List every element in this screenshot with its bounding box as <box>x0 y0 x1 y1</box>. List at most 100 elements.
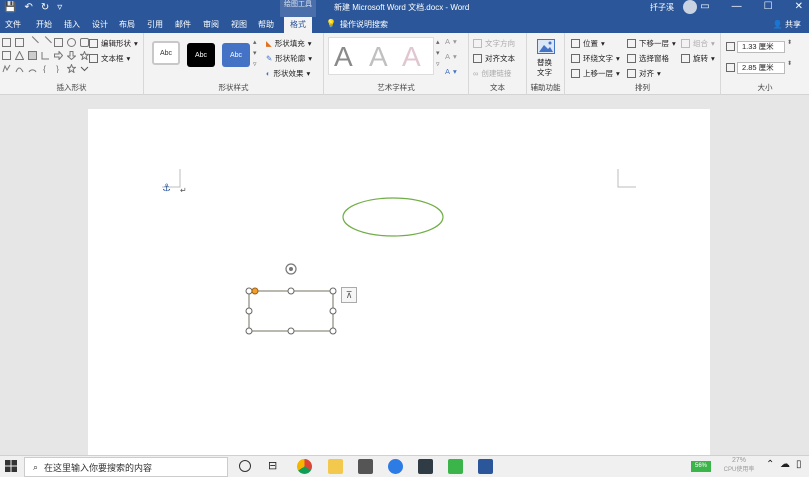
battery-indicator[interactable]: 56% <box>691 461 711 472</box>
shape-style-blue[interactable]: Abc <box>222 43 250 67</box>
square-shape-icon[interactable] <box>54 38 63 47</box>
right-arrow-shape-icon[interactable] <box>54 50 64 61</box>
oval-shape-icon[interactable] <box>67 38 76 47</box>
network-icon[interactable]: ▯ <box>796 459 802 470</box>
styles-scroll-up-icon[interactable]: ▴ <box>253 38 257 46</box>
task-view-icon[interactable]: ⊟ <box>268 459 277 472</box>
wordart-style-light[interactable]: A <box>369 41 388 73</box>
align-text-button[interactable]: 对齐文本 <box>473 53 515 64</box>
cloud-icon[interactable]: ☁ <box>780 459 790 470</box>
undo-icon[interactable]: ↶ <box>24 2 32 14</box>
tab-design[interactable]: 设计 <box>92 19 108 30</box>
tab-references[interactable]: 引用 <box>147 19 163 30</box>
triangle-shape-icon[interactable] <box>14 50 25 60</box>
brace-left-shape-icon[interactable]: { <box>41 64 50 74</box>
shape-style-white[interactable]: Abc <box>152 41 180 65</box>
customize-qat-icon[interactable]: ▿ <box>57 2 62 14</box>
send-backward-button[interactable]: 下移一层 ▾ <box>627 38 676 49</box>
chrome-icon[interactable] <box>297 459 312 474</box>
textbox-shape-icon[interactable] <box>15 38 24 47</box>
share-button[interactable]: 👤 共享 <box>773 19 801 30</box>
shape-fill-button[interactable]: ◣ 形状填充 ▾ <box>266 38 312 49</box>
rounded-rect-shape-icon[interactable] <box>80 38 89 47</box>
shape-width-input[interactable]: 2.85 厘米 <box>737 62 785 74</box>
alt-text-line2[interactable]: 文字 <box>537 67 552 78</box>
cortana-icon[interactable] <box>239 460 251 472</box>
tab-mailings[interactable]: 邮件 <box>175 19 191 30</box>
selection-pane-button[interactable]: 选择窗格 <box>627 53 669 64</box>
create-link-button[interactable]: ∞ 创建链接 <box>473 68 511 79</box>
tray-chevron-up-icon[interactable]: ⌃ <box>766 459 774 470</box>
elbow-connector-shape-icon[interactable] <box>41 51 50 60</box>
tell-me-search[interactable]: 💡 操作说明搜索 <box>326 19 388 30</box>
down-arrow-shape-icon[interactable] <box>66 51 77 61</box>
freeform-shape-icon[interactable] <box>2 64 11 73</box>
avatar[interactable] <box>683 0 697 14</box>
tab-file[interactable]: 文件 <box>5 19 21 30</box>
rectangle-2-shape-icon[interactable] <box>2 51 11 60</box>
tab-review[interactable]: 审阅 <box>203 19 219 30</box>
taskbar-search-input[interactable]: ⌕ 在这里输入你要搜索的内容 <box>24 457 228 477</box>
height-spin-icon[interactable]: ⬍ <box>787 39 792 46</box>
text-outline-button[interactable]: A ▾ <box>445 52 457 61</box>
clock-app-icon[interactable] <box>388 459 403 474</box>
wrap-text-button[interactable]: 环绕文字 ▾ <box>571 53 620 64</box>
arc-shape-icon[interactable] <box>28 64 37 73</box>
shape-effects-button[interactable]: ◐ 形状效果 ▾ <box>266 68 310 79</box>
anchor-icon[interactable]: ⚓ <box>162 183 171 194</box>
terminal-app-icon[interactable] <box>418 459 433 474</box>
ribbon-display-options-icon[interactable]: ▭ <box>700 1 709 12</box>
tab-view[interactable]: 视图 <box>231 19 247 30</box>
alt-text-icon[interactable] <box>537 39 555 54</box>
tab-layout[interactable]: 布局 <box>119 19 135 30</box>
mail-icon[interactable] <box>358 459 373 474</box>
width-spin-icon[interactable]: ⬍ <box>787 60 792 67</box>
windows-start-icon[interactable] <box>5 460 17 474</box>
star-shape-icon[interactable] <box>79 50 90 61</box>
arrow-line-shape-icon[interactable] <box>39 36 52 49</box>
redo-icon[interactable]: ↻ <box>41 2 49 14</box>
position-button[interactable]: 位置 ▾ <box>571 38 605 49</box>
word-icon[interactable] <box>478 459 493 474</box>
styles-more-icon[interactable]: ▿ <box>253 60 257 68</box>
tab-insert[interactable]: 插入 <box>64 19 80 30</box>
save-icon[interactable]: 💾 <box>4 2 16 14</box>
text-box-button[interactable]: 文本框 ▾ <box>89 53 130 64</box>
wordart-style-gray[interactable]: A <box>334 41 353 73</box>
edit-shape-button[interactable]: 编辑形状 ▾ <box>89 38 138 49</box>
shapes-gallery[interactable]: { } <box>2 36 90 75</box>
wordart-more-icon[interactable]: ▿ <box>436 60 440 68</box>
curve-shape-icon[interactable] <box>15 64 24 73</box>
tab-home[interactable]: 开始 <box>36 19 52 30</box>
brace-right-shape-icon[interactable]: } <box>54 64 63 74</box>
group-button[interactable]: 组合 ▾ <box>681 38 715 49</box>
wordart-style-pink[interactable]: A <box>402 41 421 73</box>
more-shapes-icon[interactable] <box>80 64 89 73</box>
maximize-icon[interactable]: ☐ <box>764 1 773 12</box>
minimize-icon[interactable]: — <box>732 1 742 12</box>
selected-shape-icon[interactable] <box>28 51 37 60</box>
shape-outline-button[interactable]: ✎ 形状轮廓 ▾ <box>266 53 312 64</box>
text-fill-button[interactable]: A ▾ <box>445 37 457 46</box>
line-shape-icon[interactable] <box>26 36 39 49</box>
bring-forward-button[interactable]: 上移一层 ▾ <box>571 68 620 79</box>
rectangle-shape-icon[interactable] <box>2 38 11 47</box>
star-2-shape-icon[interactable] <box>66 63 77 74</box>
rotate-button[interactable]: 旋转 ▾ <box>681 53 715 64</box>
wordart-scroll-down-icon[interactable]: ▾ <box>436 49 440 57</box>
file-explorer-icon[interactable] <box>328 459 343 474</box>
text-effects-button[interactable]: A ▾ <box>445 67 457 76</box>
wechat-icon[interactable] <box>448 459 463 474</box>
layout-options-icon[interactable]: ⊼ <box>341 287 357 303</box>
user-name[interactable]: 扦子溪 <box>650 2 674 13</box>
align-button[interactable]: 对齐 ▾ <box>627 68 661 79</box>
document-page[interactable]: ⚓ ↵ ⊼ <box>88 109 710 455</box>
styles-scroll-down-icon[interactable]: ▾ <box>253 49 257 57</box>
wordart-scroll-up-icon[interactable]: ▴ <box>436 38 440 46</box>
text-direction-button[interactable]: 文字方向 <box>473 38 515 49</box>
shape-style-black[interactable]: Abc <box>187 43 215 67</box>
shape-height-input[interactable]: 1.33 厘米 <box>737 41 785 53</box>
tab-help[interactable]: 帮助 <box>258 19 274 30</box>
tab-format[interactable]: 格式 <box>284 17 312 33</box>
close-icon[interactable]: ✕ <box>795 1 803 12</box>
